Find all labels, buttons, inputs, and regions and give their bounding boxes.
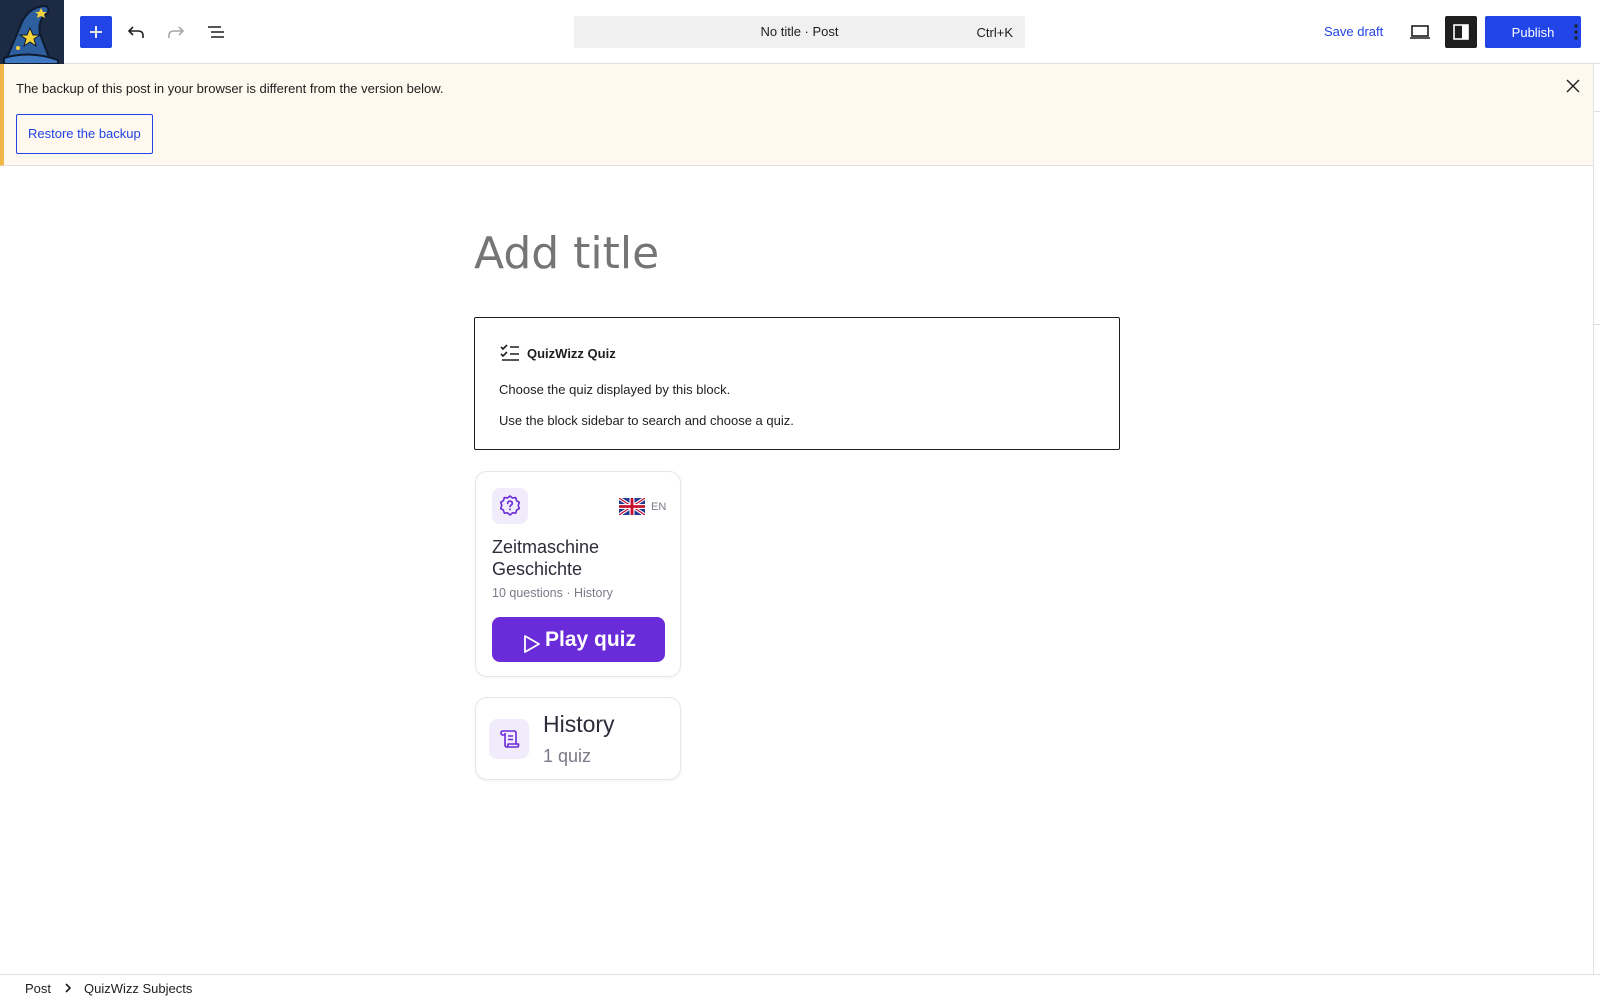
breadcrumb-post[interactable]: Post <box>25 981 51 996</box>
preview-button[interactable] <box>1404 16 1436 48</box>
options-menu-button[interactable] <box>1560 16 1592 48</box>
command-palette-bar[interactable]: No title · Post Ctrl+K <box>574 16 1025 48</box>
notice-message: The backup of this post in your browser … <box>16 81 444 96</box>
block-title: QuizWizz Quiz <box>527 345 616 361</box>
undo-icon <box>127 26 144 38</box>
document-title: No title · Post <box>760 24 839 39</box>
subject-card[interactable]: History 1 quiz <box>475 697 681 780</box>
save-draft-button[interactable]: Save draft <box>1316 16 1391 48</box>
close-icon[interactable] <box>1561 74 1585 98</box>
block-breadcrumb: Post QuizWizz Subjects <box>0 974 1600 1000</box>
sidebar-divider <box>1594 324 1600 325</box>
undo-button[interactable] <box>120 16 152 48</box>
sidebar-divider <box>1594 111 1600 112</box>
post-title-input[interactable]: Add title <box>474 228 659 279</box>
desktop-preview-icon <box>1410 25 1430 39</box>
document-overview-button[interactable] <box>200 16 232 48</box>
editor-header: No title · Post Ctrl+K Save draft Publis… <box>0 0 1600 64</box>
play-icon <box>524 634 540 653</box>
chevron-right-icon <box>64 982 72 996</box>
more-vertical-icon <box>1574 24 1578 40</box>
play-quiz-button[interactable]: Play quiz <box>492 617 665 662</box>
block-instruction: Use the block sidebar to search and choo… <box>499 413 794 428</box>
checklist-icon <box>500 344 519 361</box>
quizwizz-quiz-block[interactable]: QuizWizz Quiz Choose the quiz displayed … <box>474 317 1120 450</box>
backup-notice: The backup of this post in your browser … <box>0 64 1593 166</box>
block-header: QuizWizz Quiz <box>499 343 616 363</box>
add-block-button[interactable] <box>80 16 112 48</box>
scroll-icon <box>500 730 520 748</box>
quiz-title: Zeitmaschine Geschichte <box>492 537 600 579</box>
subject-quiz-count: 1 quiz <box>543 746 592 766</box>
quiz-icon-badge <box>492 488 528 524</box>
sidebar-icon <box>1453 24 1469 40</box>
quiz-meta: 10 questions · History <box>492 586 613 600</box>
settings-sidebar-toggle[interactable] <box>1445 16 1477 48</box>
restore-backup-button[interactable]: Restore the backup <box>16 114 153 154</box>
uk-flag-icon <box>619 498 645 515</box>
play-quiz-label: Play quiz <box>544 627 637 651</box>
question-badge-icon <box>499 495 521 516</box>
redo-icon <box>168 26 185 38</box>
language-code: EN <box>651 501 667 513</box>
wizard-hat-icon[interactable] <box>0 0 64 64</box>
redo-button[interactable] <box>160 16 192 48</box>
subject-title: History <box>543 711 615 737</box>
breadcrumb-quizwizz-subjects[interactable]: QuizWizz Subjects <box>84 981 192 996</box>
block-instruction: Choose the quiz displayed by this block. <box>499 382 731 397</box>
quiz-card[interactable]: EN Zeitmaschine Geschichte 10 questions … <box>475 471 681 677</box>
subject-icon-badge <box>489 719 529 759</box>
sidebar-edge <box>1593 64 1600 974</box>
plus-icon <box>90 26 102 38</box>
command-shortcut: Ctrl+K <box>976 25 1013 40</box>
list-view-icon <box>208 26 224 38</box>
